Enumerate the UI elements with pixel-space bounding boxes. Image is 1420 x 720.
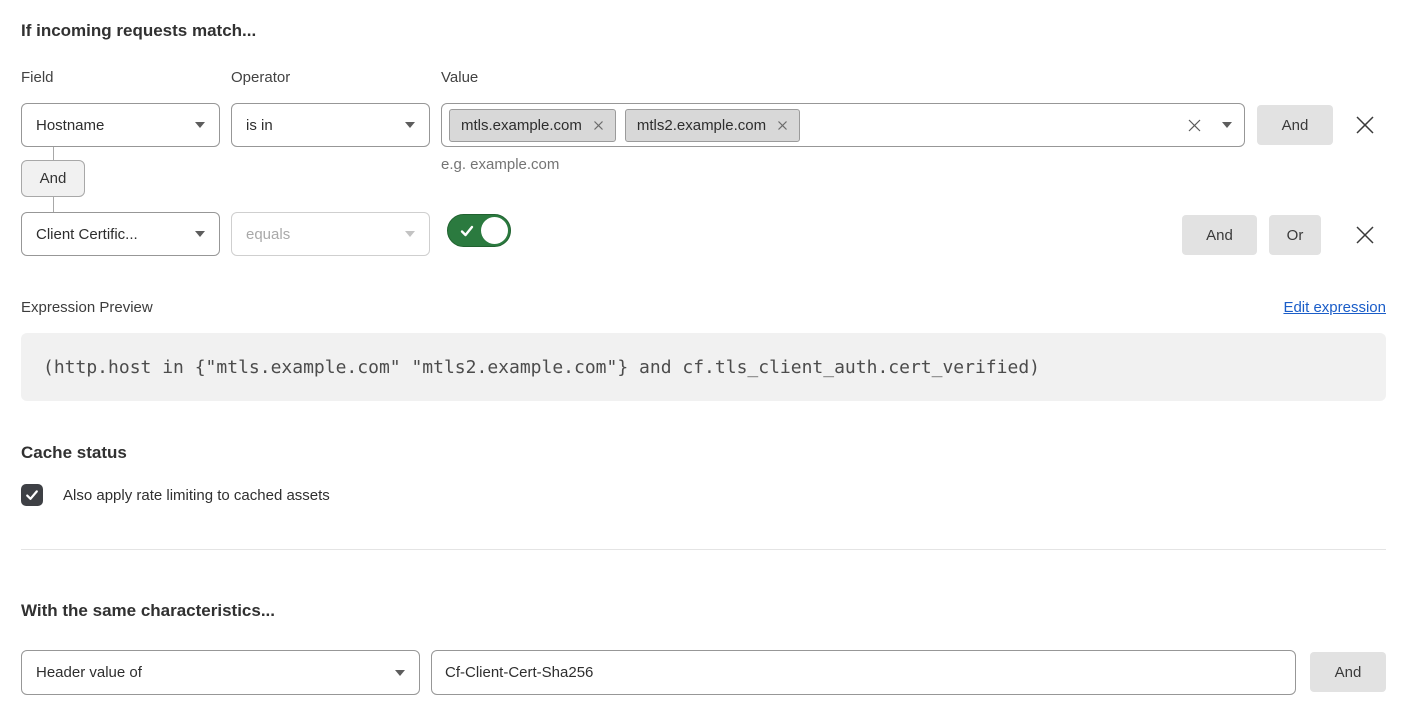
- cache-status-title: Cache status: [21, 443, 127, 463]
- header-name-input[interactable]: [431, 650, 1296, 695]
- value-tag-label: mtls.example.com: [461, 117, 582, 134]
- and-connector-button[interactable]: And: [21, 160, 85, 197]
- value-helper-text: e.g. example.com: [441, 156, 559, 173]
- value-tag: mtls.example.com: [449, 109, 616, 142]
- chevron-down-icon: [405, 122, 415, 128]
- field-select-row2-value: Client Certific...: [36, 226, 138, 243]
- cert-verified-toggle[interactable]: [447, 214, 511, 247]
- delete-condition-icon-row2[interactable]: [1352, 222, 1378, 248]
- chevron-down-icon: [395, 670, 405, 676]
- characteristic-select-value: Header value of: [36, 664, 142, 681]
- operator-select-row2-disabled: equals: [231, 212, 430, 256]
- matching-section-title: If incoming requests match...: [21, 21, 256, 41]
- cached-assets-checkbox-label: Also apply rate limiting to cached asset…: [63, 487, 330, 504]
- value-tag-label: mtls2.example.com: [637, 117, 766, 134]
- characteristic-select[interactable]: Header value of: [21, 650, 420, 695]
- delete-condition-icon-row1[interactable]: [1352, 112, 1378, 138]
- operator-column-label: Operator: [231, 69, 290, 86]
- section-divider: [21, 549, 1386, 550]
- connector-line: [53, 147, 54, 160]
- connector-line: [53, 197, 54, 212]
- value-multiselect-row1[interactable]: mtls.example.com mtls2.example.com: [441, 103, 1245, 147]
- add-or-condition-button-row2[interactable]: Or: [1269, 215, 1321, 255]
- remove-tag-icon[interactable]: [593, 120, 604, 131]
- chevron-down-icon: [405, 231, 415, 237]
- field-select-row1-value: Hostname: [36, 117, 104, 134]
- characteristics-section-title: With the same characteristics...: [21, 601, 275, 621]
- field-select-row2[interactable]: Client Certific...: [21, 212, 220, 256]
- expression-code-box: (http.host in {"mtls.example.com" "mtls2…: [21, 333, 1386, 401]
- value-tag: mtls2.example.com: [625, 109, 800, 142]
- edit-expression-link[interactable]: Edit expression: [1283, 299, 1386, 316]
- field-select-row1[interactable]: Hostname: [21, 103, 220, 147]
- cached-assets-checkbox[interactable]: [21, 484, 43, 506]
- toggle-knob: [481, 217, 508, 244]
- field-column-label: Field: [21, 69, 54, 86]
- operator-select-row2-value: equals: [246, 226, 290, 243]
- check-icon: [24, 487, 40, 503]
- remove-tag-icon[interactable]: [777, 120, 788, 131]
- chevron-down-icon: [195, 122, 205, 128]
- expression-preview-label: Expression Preview: [21, 299, 153, 316]
- add-and-condition-button-row2[interactable]: And: [1182, 215, 1257, 255]
- chevron-down-icon: [195, 231, 205, 237]
- operator-select-row1-value: is in: [246, 117, 273, 134]
- clear-values-icon[interactable]: [1187, 118, 1202, 133]
- add-characteristic-button[interactable]: And: [1310, 652, 1386, 692]
- add-and-condition-button-row1[interactable]: And: [1257, 105, 1333, 145]
- check-icon: [458, 222, 476, 240]
- value-column-label: Value: [441, 69, 478, 86]
- operator-select-row1[interactable]: is in: [231, 103, 430, 147]
- chevron-down-icon[interactable]: [1222, 122, 1232, 128]
